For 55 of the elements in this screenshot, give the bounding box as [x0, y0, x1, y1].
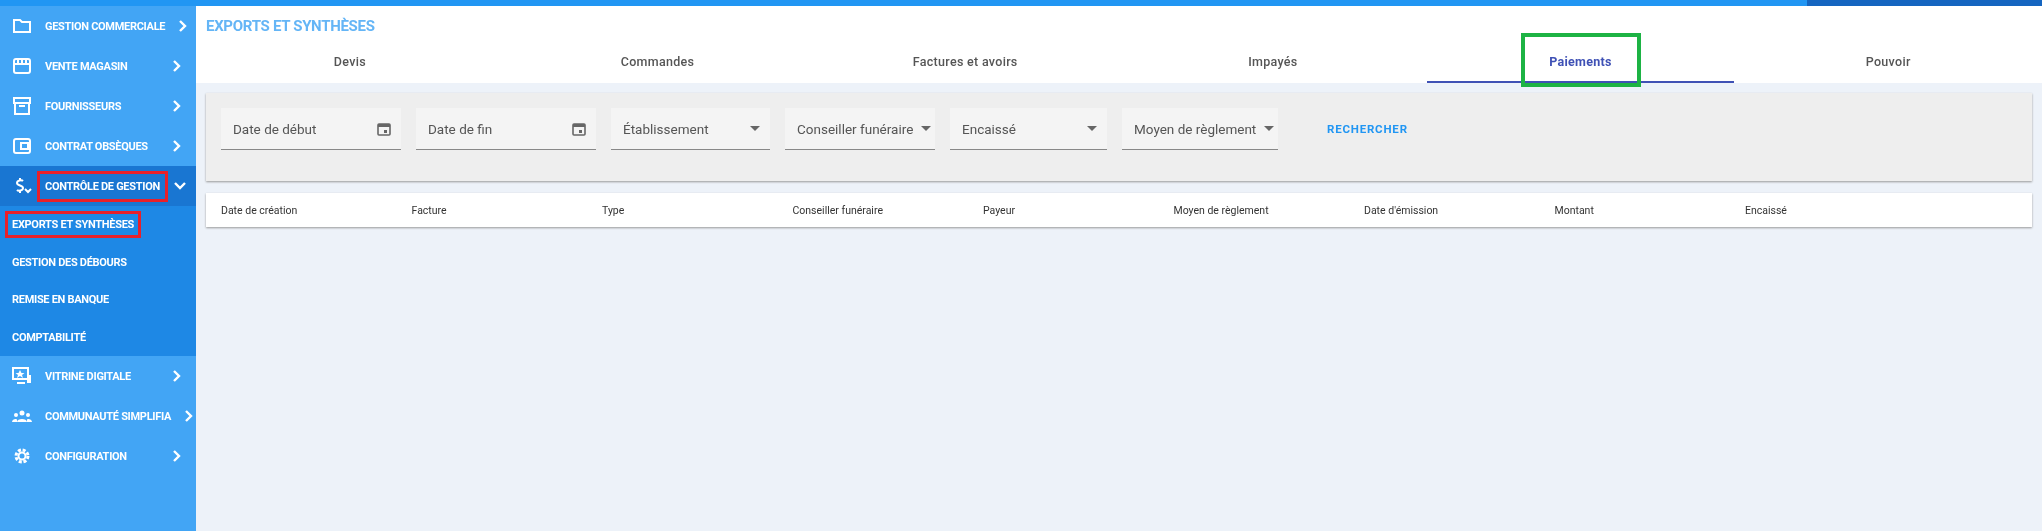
chevron-right-icon	[172, 369, 182, 383]
select-field[interactable]: Conseiller funéraire	[785, 108, 935, 150]
dropdown-arrow-icon	[1087, 125, 1097, 132]
chevron-right-icon	[172, 449, 182, 463]
monitor-star-icon	[12, 366, 32, 386]
folder-icon	[12, 16, 32, 36]
sidebar-item[interactable]: FOURNISSEURS	[0, 86, 196, 126]
column-header: Encaissé	[1745, 203, 1788, 217]
tab[interactable]: Paiements	[1426, 41, 1735, 83]
sidebar-item[interactable]: COMMUNAUTÉ SIMPLIFIA	[0, 396, 196, 436]
column-header: Payeur	[983, 203, 1017, 217]
column-header: Montant	[1554, 203, 1595, 217]
tab[interactable]: Devis	[196, 41, 504, 83]
dropdown-arrow-icon	[921, 125, 932, 132]
submenu-item[interactable]: REMISE EN BANQUE	[8, 289, 113, 311]
column-header: Type	[602, 203, 626, 217]
store-icon	[12, 56, 32, 76]
page-title: EXPORTS ET SYNTHÈSES	[205, 16, 376, 37]
tab[interactable]: Impayés	[1119, 41, 1427, 83]
calendar-icon	[377, 121, 391, 136]
select-field[interactable]: Moyen de règlement	[1122, 108, 1278, 150]
sidebar-item[interactable]: VITRINE DIGITALE	[0, 356, 196, 396]
wallet-icon	[12, 136, 32, 156]
column-header: Conseiller funéraire	[792, 203, 884, 217]
submenu-item[interactable]: COMPTABILITÉ	[8, 326, 90, 348]
sidebar-item[interactable]: CONTRÔLE DE GESTION	[0, 166, 196, 206]
calendar-icon	[572, 121, 586, 136]
chevron-right-icon	[178, 19, 189, 33]
search-button[interactable]: RECHERCHER	[1309, 108, 1426, 150]
column-header: Date d'émission	[1364, 203, 1440, 217]
sidebar-item[interactable]: VENTE MAGASIN	[0, 46, 196, 86]
select-field[interactable]: Établissement	[611, 108, 770, 150]
dropdown-arrow-icon	[750, 125, 760, 132]
column-header: Moyen de règlement	[1173, 203, 1270, 217]
sidebar-item[interactable]: CONFIGURATION	[0, 436, 196, 476]
column-header: Date de création	[221, 203, 299, 217]
submenu-item[interactable]: GESTION DES DÉBOURS	[8, 251, 131, 273]
chevron-right-icon	[184, 409, 195, 423]
chevron-down-icon	[172, 181, 187, 191]
submenu-item[interactable]: EXPORTS ET SYNTHÈSES	[8, 214, 139, 236]
chevron-right-icon	[172, 139, 182, 153]
tab[interactable]: Factures et avoirs	[811, 41, 1119, 83]
tab[interactable]: Commandes	[503, 41, 812, 83]
date-field[interactable]: Date de début	[221, 108, 401, 150]
dropdown-arrow-icon	[1264, 125, 1275, 132]
chevron-right-icon	[172, 99, 182, 113]
date-field[interactable]: Date de fin	[416, 108, 596, 150]
sidebar-item[interactable]: GESTION COMMERCIALE	[0, 6, 196, 46]
archive-icon	[12, 96, 32, 116]
tab[interactable]: Pouvoir	[1734, 41, 2042, 83]
chevron-right-icon	[172, 59, 182, 73]
sidebar-item[interactable]: CONTRAT OBSÈQUES	[0, 126, 196, 166]
column-header: Facture	[411, 203, 448, 217]
settings-icon	[12, 446, 32, 466]
select-field[interactable]: Encaissé	[950, 108, 1107, 150]
